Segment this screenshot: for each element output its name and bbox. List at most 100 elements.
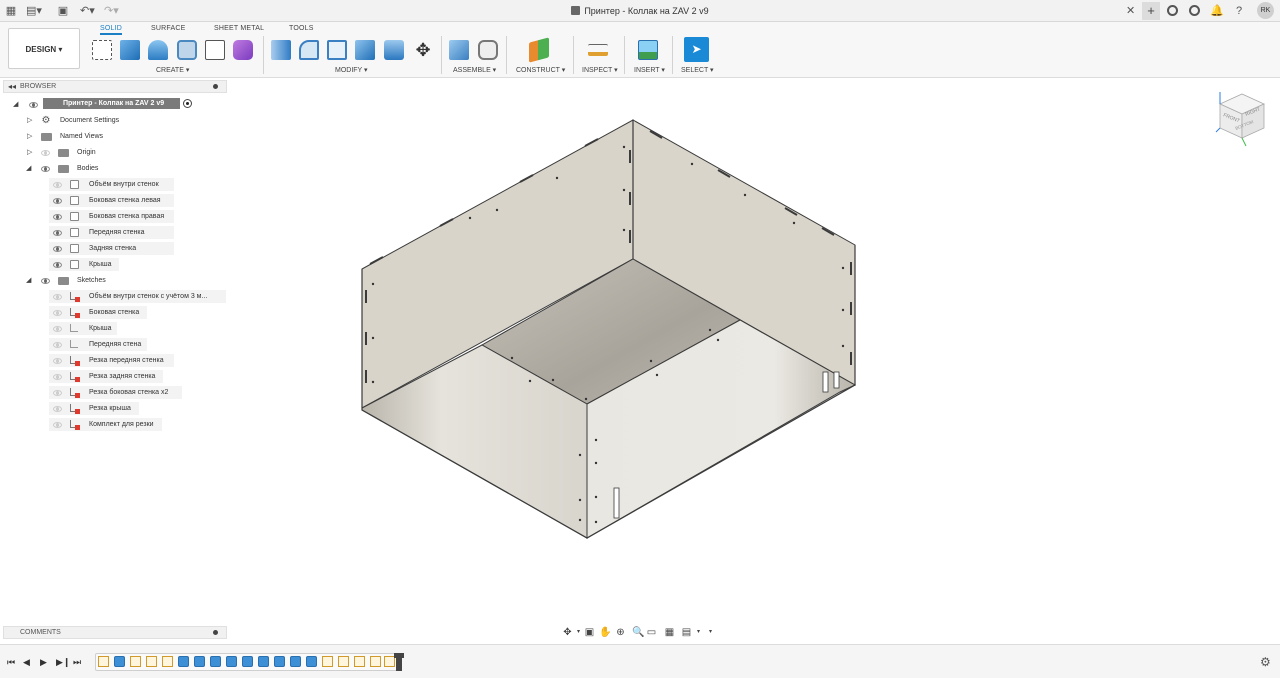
visibility-eye-icon[interactable]	[53, 230, 62, 236]
tree-item-sketch[interactable]: Боковая стенка	[49, 306, 174, 319]
panel-pin-icon[interactable]	[213, 630, 218, 635]
create-group-label[interactable]: CREATE ▾	[156, 66, 189, 74]
visibility-eye-icon[interactable]	[53, 246, 62, 252]
tree-item-sketch[interactable]: Комплект для резки	[49, 418, 174, 431]
visibility-eye-icon[interactable]	[41, 150, 50, 156]
tab-tools[interactable]: TOOLS	[289, 25, 314, 32]
notifications-bell-icon[interactable]: 🔔	[1210, 4, 1224, 18]
timeline-extrude-icon[interactable]	[226, 656, 237, 667]
model-canvas[interactable]	[230, 80, 1280, 625]
pattern-icon[interactable]	[205, 40, 225, 60]
visibility-eye-icon[interactable]	[53, 326, 62, 332]
timeline-extrude-icon[interactable]	[242, 656, 253, 667]
visibility-eye-icon[interactable]	[53, 214, 62, 220]
grid-settings-icon[interactable]: ▦	[664, 627, 675, 638]
extensions-icon[interactable]	[1167, 5, 1178, 16]
tree-item-sketches[interactable]: ◢ Sketches	[0, 274, 230, 287]
move-copy-icon[interactable]: ✥	[413, 40, 433, 60]
browser-panel-header[interactable]: ◂◂ BROWSER	[3, 80, 227, 93]
visibility-eye-icon[interactable]	[53, 422, 62, 428]
joint-icon[interactable]	[478, 40, 498, 60]
tree-item-sketch[interactable]: Резка передняя стенка	[49, 354, 174, 367]
split-body-icon[interactable]	[384, 40, 404, 60]
combine-icon[interactable]	[355, 40, 375, 60]
fillet-icon[interactable]	[299, 40, 319, 60]
new-tab-button[interactable]: +	[1142, 2, 1160, 20]
comments-panel-header[interactable]: COMMENTS	[3, 626, 227, 639]
tree-item-body[interactable]: Боковая стенка правая	[49, 210, 174, 223]
select-cursor-icon[interactable]: ➤	[684, 37, 709, 62]
job-status-icon[interactable]	[1189, 5, 1200, 16]
visibility-eye-icon[interactable]	[29, 102, 38, 108]
expand-triangle-icon[interactable]: ▷	[27, 114, 32, 127]
timeline-marker-handle[interactable]	[394, 653, 404, 671]
help-icon[interactable]: ?	[1232, 4, 1246, 18]
tab-surface[interactable]: SURFACE	[151, 25, 185, 32]
visibility-eye-icon[interactable]	[53, 310, 62, 316]
collapse-triangle-icon[interactable]: ◢	[26, 274, 31, 287]
tree-item-body[interactable]: Боковая стенка левая	[49, 194, 174, 207]
tree-item-sketch[interactable]: Резка задняя стенка	[49, 370, 174, 383]
timeline-combine-icon[interactable]	[306, 656, 317, 667]
tree-item-sketch[interactable]: Крыша	[49, 322, 174, 335]
timeline-combine-icon[interactable]	[274, 656, 285, 667]
timeline-settings-gear-icon[interactable]: ⚙	[1260, 655, 1271, 669]
timeline-sketch-icon[interactable]	[370, 656, 381, 667]
shell-icon[interactable]	[327, 40, 347, 60]
tree-item-document-settings[interactable]: ▷ ⚙ Document Settings	[0, 114, 230, 127]
timeline-sketch-icon[interactable]	[130, 656, 141, 667]
tree-item-origin[interactable]: ▷ Origin	[0, 146, 230, 159]
tree-item-sketch[interactable]: Резка крыша	[49, 402, 174, 415]
timeline-extrude-icon[interactable]	[210, 656, 221, 667]
close-tab-icon[interactable]: ✕	[1126, 4, 1135, 17]
step-back-icon[interactable]: ◀	[23, 657, 30, 668]
expand-triangle-icon[interactable]: ▷	[27, 130, 32, 143]
expand-triangle-icon[interactable]: ◢	[13, 98, 18, 111]
tab-sheet-metal[interactable]: SHEET METAL	[214, 25, 264, 32]
timeline-extrude-icon[interactable]	[194, 656, 205, 667]
collapse-triangle-icon[interactable]: ◢	[26, 162, 31, 175]
extrude-icon[interactable]	[120, 40, 140, 60]
workspace-switcher-button[interactable]: DESIGN ▾	[8, 28, 80, 69]
timeline-sketch-icon[interactable]	[162, 656, 173, 667]
modify-group-label[interactable]: MODIFY ▾	[335, 66, 368, 74]
tree-item-sketch[interactable]: Объём внутри стенок с учётом 3 м...	[49, 290, 226, 303]
measure-icon[interactable]	[588, 44, 608, 56]
new-component-icon[interactable]	[449, 40, 469, 60]
tree-item-body[interactable]: Задняя стенка	[49, 242, 174, 255]
visibility-eye-icon[interactable]	[53, 342, 62, 348]
visibility-eye-icon[interactable]	[41, 166, 50, 172]
root-component-bar[interactable]: Принтер - Колпак на ZAV 2 v9	[43, 98, 180, 109]
collapse-panel-icon[interactable]: ◂◂	[8, 81, 16, 92]
timeline-combine-icon[interactable]	[290, 656, 301, 667]
expand-triangle-icon[interactable]: ▷	[27, 146, 32, 159]
timeline-extrude-icon[interactable]	[178, 656, 189, 667]
zoom-icon[interactable]: ⊕	[615, 627, 626, 638]
visibility-eye-icon[interactable]	[53, 390, 62, 396]
activate-radio-icon[interactable]	[183, 99, 192, 108]
visibility-eye-icon[interactable]	[53, 374, 62, 380]
insert-group-label[interactable]: INSERT ▾	[634, 66, 665, 74]
assemble-group-label[interactable]: ASSEMBLE ▾	[453, 66, 496, 74]
create-form-icon[interactable]	[233, 40, 253, 60]
user-avatar[interactable]: RK	[1257, 2, 1274, 19]
tab-solid[interactable]: SOLID	[100, 25, 123, 35]
tree-item-bodies[interactable]: ◢ Bodies	[0, 162, 230, 175]
dropdown-arrow-icon[interactable]: ▾	[705, 627, 716, 638]
look-at-icon[interactable]: ▣	[584, 627, 595, 638]
viewports-icon[interactable]: ▤	[681, 627, 692, 638]
orbit-icon[interactable]: ✥	[562, 627, 573, 638]
play-icon[interactable]: ▶	[40, 657, 47, 668]
timeline-extrude-icon[interactable]	[114, 656, 125, 667]
visibility-eye-icon[interactable]	[53, 182, 62, 188]
timeline-sketch-icon[interactable]	[354, 656, 365, 667]
timeline-sketch-icon[interactable]	[322, 656, 333, 667]
go-to-end-icon[interactable]: ⏭	[73, 657, 81, 668]
revolve-icon[interactable]	[148, 40, 168, 60]
select-group-label[interactable]: SELECT ▾	[681, 66, 714, 74]
timeline-sketch-icon[interactable]	[146, 656, 157, 667]
3d-viewport[interactable]: FRONT RIGHT BOTTOM	[230, 80, 1280, 625]
tree-item-named-views[interactable]: ▷ Named Views	[0, 130, 230, 143]
tree-item-body[interactable]: Передняя стенка	[49, 226, 174, 239]
dropdown-arrow-icon[interactable]: ▾	[693, 627, 704, 638]
